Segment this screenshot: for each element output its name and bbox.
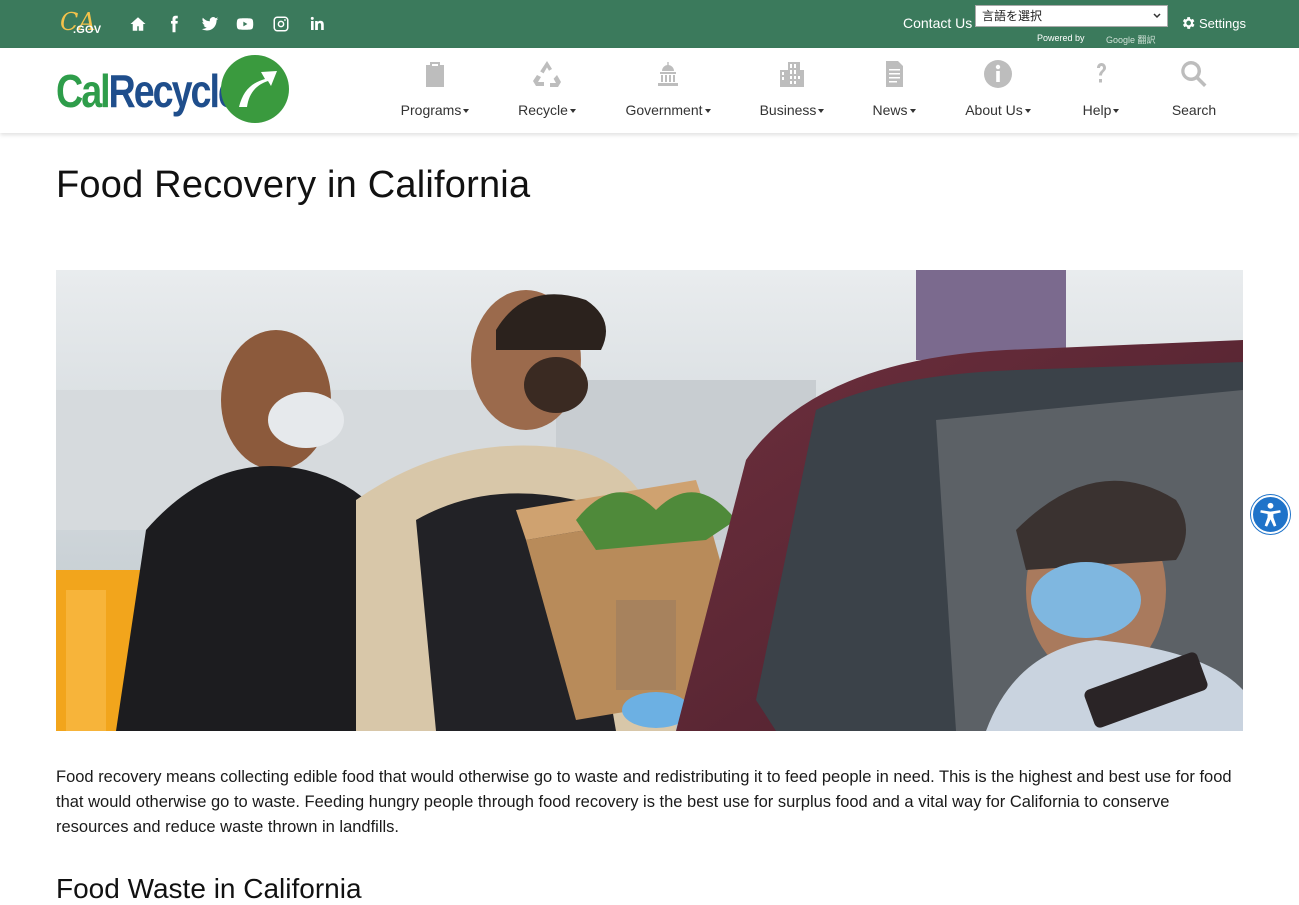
logo-arrow-circle: [221, 55, 289, 123]
nav-recycle[interactable]: Recycle: [514, 58, 580, 128]
arrow-icon: [239, 71, 277, 107]
language-select[interactable]: 言語を選択: [975, 5, 1168, 27]
linkedin-icon[interactable]: [306, 13, 328, 35]
question-icon: [1085, 58, 1117, 90]
accessibility-icon: [1260, 502, 1281, 527]
clipboard-icon: [419, 58, 451, 90]
recycle-icon: [531, 58, 563, 90]
section-heading-food-waste: Food Waste in California: [56, 873, 362, 904]
accessibility-button[interactable]: [1251, 495, 1290, 534]
gear-icon: [1182, 17, 1195, 29]
nav-business[interactable]: Business: [756, 58, 828, 128]
search-icon: [1178, 58, 1210, 90]
language-select-value: 言語を選択: [982, 9, 1043, 23]
settings-button[interactable]: Settings: [1180, 15, 1246, 31]
nav-government[interactable]: Government: [622, 58, 714, 128]
site-header: CalRecycle Programs Recycle Government B…: [0, 48, 1299, 133]
nav-government-label: Government: [625, 102, 703, 118]
powered-by-label: Powered by: [1037, 33, 1085, 43]
intro-paragraph: Food recovery means collecting edible fo…: [56, 768, 1232, 836]
page-title: Food Recovery in California: [56, 164, 531, 206]
caret-down-icon: [1113, 109, 1120, 114]
nav-recycle-label: Recycle: [518, 102, 568, 118]
info-icon: [982, 58, 1014, 90]
nav-about-us-label: About Us: [965, 102, 1023, 118]
hero-photo: [56, 270, 1243, 731]
nav-help[interactable]: Help: [1076, 58, 1126, 128]
logo-cal-text: Cal: [56, 65, 111, 117]
twitter-icon[interactable]: [199, 13, 221, 35]
building-icon: [776, 58, 808, 90]
nav-news[interactable]: News: [868, 58, 920, 128]
contact-us-link[interactable]: Contact Us: [903, 15, 972, 31]
youtube-icon[interactable]: [234, 13, 256, 35]
caret-down-icon: [909, 109, 916, 114]
caret-down-icon: [1024, 109, 1031, 114]
nav-business-label: Business: [759, 102, 817, 118]
facebook-icon[interactable]: [163, 13, 185, 35]
calrecycle-wordmark: CalRecycle: [56, 65, 239, 117]
capitol-icon: [652, 58, 684, 90]
home-icon[interactable]: [127, 13, 149, 35]
chevron-down-icon: [1153, 13, 1161, 19]
caret-down-icon: [818, 109, 825, 114]
nav-programs[interactable]: Programs: [398, 58, 472, 128]
logo-recycle-text: Recycle: [108, 65, 239, 117]
calrecycle-logo[interactable]: CalRecycle: [56, 55, 292, 125]
google-translate-label: Google 翻訳: [1106, 35, 1156, 45]
document-icon: [878, 58, 910, 90]
ca-gov-logo[interactable]: CA .GOV: [60, 9, 104, 39]
ca-gov-logo-gov: .GOV: [73, 24, 102, 36]
nav-news-label: News: [872, 102, 908, 118]
caret-down-icon: [463, 109, 470, 114]
caret-down-icon: [704, 109, 711, 114]
caret-down-icon: [569, 109, 576, 114]
nav-help-label: Help: [1082, 102, 1112, 118]
nav-search-label: Search: [1171, 102, 1217, 118]
instagram-icon[interactable]: [270, 13, 292, 35]
nav-programs-label: Programs: [400, 102, 462, 118]
top-utility-bar: CA .GOV Contact Us 言語を選択 Powered by Goog…: [0, 0, 1299, 48]
settings-label: Settings: [1199, 15, 1246, 31]
nav-about-us[interactable]: About Us: [962, 58, 1034, 128]
nav-search[interactable]: Search: [1168, 58, 1220, 128]
